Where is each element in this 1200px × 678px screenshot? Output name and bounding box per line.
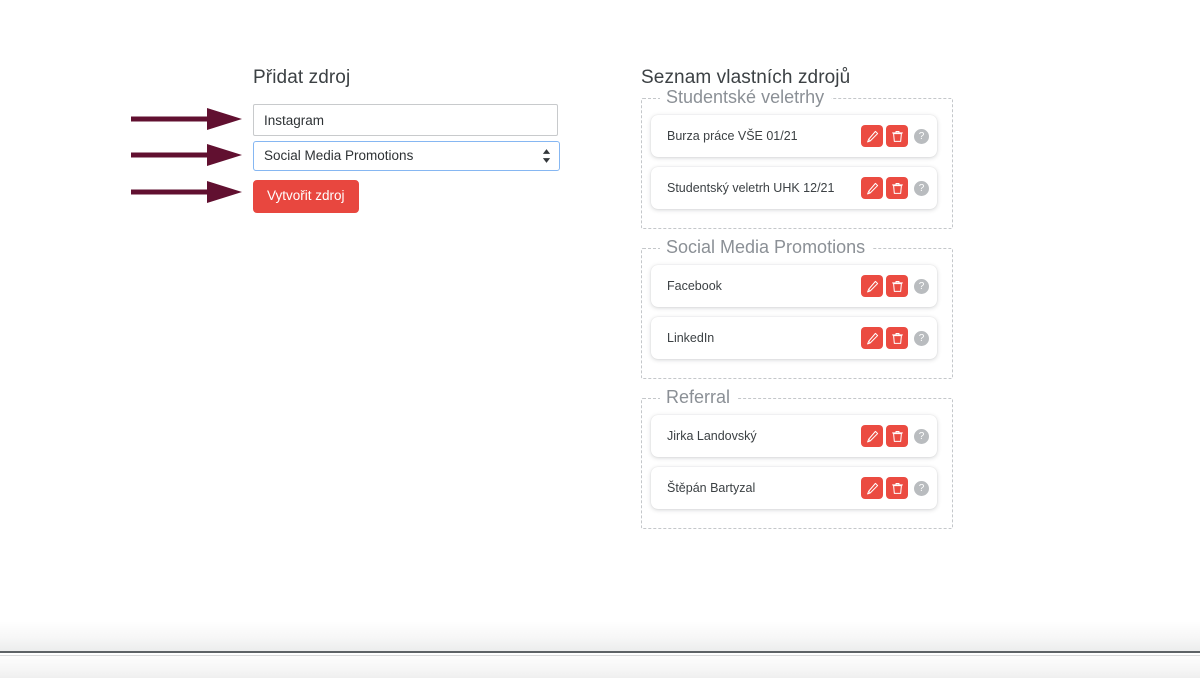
question-circle-icon[interactable]: ? (914, 128, 929, 144)
add-source-title: Přidat zdroj (253, 67, 351, 88)
edit-source-button[interactable] (861, 425, 883, 447)
trash-icon (891, 130, 903, 142)
question-circle-icon[interactable]: ? (914, 480, 929, 496)
source-name-input[interactable] (253, 104, 558, 136)
page-root: Přidat zdroj Social Media Promotions Vyt… (0, 0, 1200, 678)
source-item-label: Štěpán Bartyzal (667, 481, 756, 495)
pencil-icon (866, 332, 878, 344)
source-group: Studentské veletrhy Burza práce VŠE 01/2… (641, 85, 953, 229)
source-group-legend: Social Media Promotions (660, 235, 873, 259)
arrow-to-name-input (131, 106, 242, 132)
trash-icon (891, 280, 903, 292)
source-category-select[interactable]: Social Media Promotions (253, 141, 560, 171)
edit-source-button[interactable] (861, 125, 883, 147)
source-item-label: LinkedIn (667, 331, 715, 345)
source-group: Referral Jirka Landovský ? Štěpán Bartyz… (641, 385, 953, 529)
question-circle-icon[interactable]: ? (914, 278, 929, 294)
edit-source-button[interactable] (861, 275, 883, 297)
pencil-icon (866, 182, 878, 194)
pencil-icon (866, 280, 878, 292)
source-item-actions: ? (861, 275, 929, 297)
source-item-row[interactable]: Facebook ? (651, 265, 937, 307)
pencil-icon (866, 430, 878, 442)
delete-source-button[interactable] (886, 275, 908, 297)
delete-source-button[interactable] (886, 477, 908, 499)
edit-source-button[interactable] (861, 477, 883, 499)
edit-source-button[interactable] (861, 177, 883, 199)
delete-source-button[interactable] (886, 177, 908, 199)
source-item-label: Burza práce VŠE 01/21 (667, 129, 798, 143)
source-group-legend: Referral (660, 385, 738, 409)
source-item-row[interactable]: LinkedIn ? (651, 317, 937, 359)
source-item-actions: ? (861, 425, 929, 447)
edit-source-button[interactable] (861, 327, 883, 349)
source-item-actions: ? (861, 125, 929, 147)
question-circle-icon[interactable]: ? (914, 428, 929, 444)
pencil-icon (866, 130, 878, 142)
trash-icon (891, 430, 903, 442)
delete-source-button[interactable] (886, 425, 908, 447)
question-circle-icon[interactable]: ? (914, 330, 929, 346)
source-item-row[interactable]: Štěpán Bartyzal ? (651, 467, 937, 509)
source-item-row[interactable]: Jirka Landovský ? (651, 415, 937, 457)
trash-icon (891, 482, 903, 494)
source-item-label: Facebook (667, 279, 722, 293)
source-item-actions: ? (861, 177, 929, 199)
delete-source-button[interactable] (886, 327, 908, 349)
trash-icon (891, 182, 903, 194)
add-source-form: Přidat zdroj Social Media Promotions Vyt… (253, 66, 563, 213)
source-category-select-wrapper: Social Media Promotions (253, 141, 560, 171)
source-item-actions: ? (861, 477, 929, 499)
window-footer-panel (0, 621, 1200, 653)
source-item-actions: ? (861, 327, 929, 349)
source-item-label: Jirka Landovský (667, 429, 757, 443)
own-sources-list: Seznam vlastních zdrojů Studentské velet… (641, 66, 953, 548)
arrow-to-category-select (131, 142, 242, 168)
source-item-row[interactable]: Burza práce VŠE 01/21 ? (651, 115, 937, 157)
source-item-label: Studentský veletrh UHK 12/21 (667, 181, 835, 195)
source-group: Social Media Promotions Facebook ? Linke… (641, 235, 953, 379)
window-status-panel (0, 655, 1200, 678)
source-item-row[interactable]: Studentský veletrh UHK 12/21 ? (651, 167, 937, 209)
source-group-legend: Studentské veletrhy (660, 85, 832, 109)
pencil-icon (866, 482, 878, 494)
arrow-to-create-button (131, 179, 242, 205)
trash-icon (891, 332, 903, 344)
question-circle-icon[interactable]: ? (914, 180, 929, 196)
delete-source-button[interactable] (886, 125, 908, 147)
create-source-button[interactable]: Vytvořit zdroj (253, 180, 359, 213)
